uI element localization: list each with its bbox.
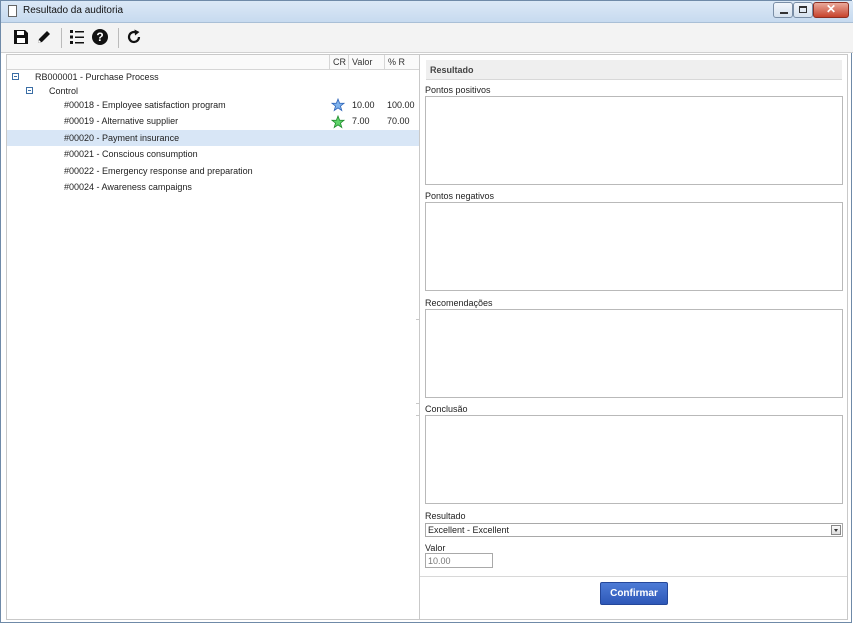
result-section-header: Resultado — [426, 60, 842, 80]
result-select[interactable]: Excellent - Excellent — [425, 523, 843, 537]
title-bar: Resultado da auditoria ✕ — [1, 1, 853, 23]
tree-group-label: Control — [49, 86, 79, 96]
chevron-down-icon[interactable] — [831, 525, 841, 535]
tree-item-row-selected[interactable]: #00020 - Payment insurance — [7, 130, 419, 146]
result-label: Resultado — [425, 511, 466, 521]
item-valor: 7.00 — [352, 116, 370, 126]
recommendations-label: Recomendações — [425, 298, 493, 308]
svg-text:?: ? — [96, 30, 103, 44]
column-cr[interactable]: CR — [333, 57, 346, 67]
tree-item-row[interactable]: #00024 - Awareness campaigns — [7, 179, 419, 195]
audit-tree-panel: CR Valor % R RB000001 - Purchase Process… — [6, 54, 422, 620]
list-icon[interactable] — [68, 28, 86, 46]
tree-item-row[interactable]: #00019 - Alternative supplier 7.00 70.00 — [7, 113, 419, 129]
column-percent-r[interactable]: % R — [388, 57, 405, 67]
tree-column-header: CR Valor % R — [7, 55, 419, 70]
footer-divider — [420, 576, 847, 577]
tree-item-label: #00024 - Awareness campaigns — [64, 182, 192, 192]
edit-icon[interactable] — [35, 28, 53, 46]
value-input-text: 10.00 — [428, 556, 451, 566]
column-valor[interactable]: Valor — [352, 57, 372, 67]
tree-root-label: RB000001 - Purchase Process — [35, 72, 159, 82]
help-icon[interactable]: ? — [91, 28, 109, 46]
recommendations-textarea[interactable] — [425, 309, 843, 398]
blue-star-icon — [331, 98, 345, 112]
value-label: Valor — [425, 543, 446, 553]
tree-item-label: #00021 - Conscious consumption — [64, 149, 198, 159]
close-icon: ✕ — [825, 2, 837, 16]
green-star-icon — [331, 115, 345, 129]
tree-item-label: #00019 - Alternative supplier — [64, 116, 179, 126]
minimize-button[interactable] — [773, 2, 793, 18]
maximize-icon — [799, 6, 807, 13]
audit-result-window: Resultado da auditoria ✕ ? CR Valor % R … — [0, 0, 853, 623]
save-icon[interactable] — [12, 28, 30, 46]
conclusion-textarea[interactable] — [425, 415, 843, 504]
item-percent-r: 70.00 — [387, 116, 410, 126]
negative-points-textarea[interactable] — [425, 202, 843, 291]
toolbar-separator — [118, 28, 119, 48]
collapse-icon[interactable] — [26, 87, 33, 94]
positive-points-textarea[interactable] — [425, 96, 843, 185]
tree-item-row[interactable]: #00022 - Emergency response and preparat… — [7, 163, 419, 179]
result-form-panel: Resultado Pontos positivos Pontos negati… — [420, 54, 848, 620]
tree-item-row[interactable]: #00021 - Conscious consumption — [7, 146, 419, 162]
negative-points-label: Pontos negativos — [425, 191, 495, 201]
section-title: Resultado — [430, 65, 474, 75]
item-valor: 10.00 — [352, 100, 375, 110]
positive-points-label: Pontos positivos — [425, 85, 491, 95]
toolbar: ? — [1, 23, 853, 53]
window-title: Resultado da auditoria — [23, 5, 124, 16]
tree-item-label: #00020 - Payment insurance — [64, 133, 180, 143]
value-input[interactable]: 10.00 — [425, 553, 493, 568]
minimize-icon — [780, 12, 788, 14]
toolbar-separator — [61, 28, 62, 48]
document-icon — [8, 5, 17, 17]
close-button[interactable]: ✕ — [813, 2, 849, 18]
refresh-icon[interactable] — [125, 28, 143, 46]
confirm-button[interactable]: Confirmar — [600, 582, 668, 605]
collapse-icon[interactable] — [12, 73, 19, 80]
conclusion-label: Conclusão — [425, 404, 468, 414]
result-select-value: Excellent - Excellent — [428, 525, 510, 535]
tree-item-label: #00022 - Emergency response and preparat… — [64, 166, 253, 176]
tree-item-row[interactable]: #00018 - Employee satisfaction program 1… — [7, 97, 419, 113]
item-percent-r: 100.00 — [387, 100, 415, 110]
maximize-button[interactable] — [793, 2, 813, 18]
tree-item-label: #00018 - Employee satisfaction program — [64, 100, 226, 110]
